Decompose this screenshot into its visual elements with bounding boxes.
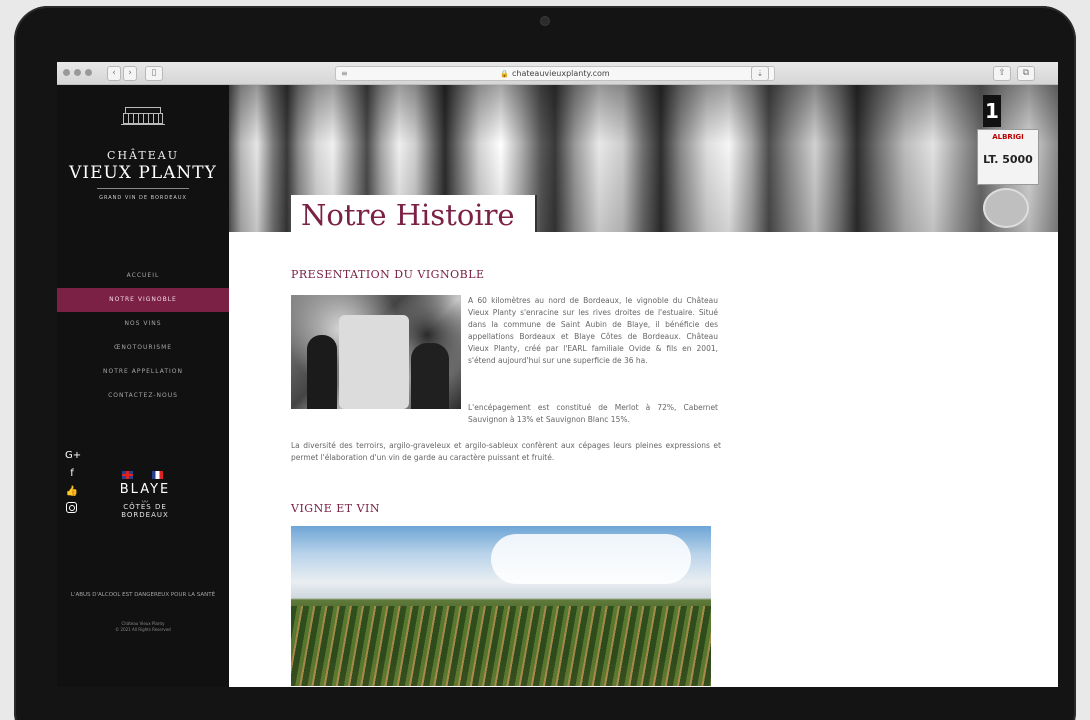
zoom-window-button[interactable] <box>85 69 92 76</box>
url-text: chateauvieuxplanty.com <box>512 69 610 78</box>
instagram-icon[interactable] <box>65 502 79 517</box>
download-icon: ⇣ <box>756 69 764 78</box>
share-icon: ⇧ <box>998 68 1006 78</box>
nav-item-nos-vins[interactable]: NOS VINS <box>57 312 229 336</box>
section-title-presentation: PRESENTATION DU VIGNOBLE <box>291 268 485 281</box>
tank-capacity: LT. 5000 <box>983 153 1033 166</box>
grape-varieties-paragraph: L'encépagement est constitué de Merlot à… <box>468 403 718 424</box>
copyright: Château Vieux Planty © 2021 All Rights R… <box>67 621 219 633</box>
french-flag-icon[interactable] <box>152 471 163 479</box>
sidebar-icon: ▯ <box>151 68 157 78</box>
nav-item-contactez-nous[interactable]: CONTACTEZ-NOUS <box>57 384 229 408</box>
main-content: PRESENTATION DU VIGNOBLE A 60 kilomètres… <box>291 268 723 686</box>
blaye-logo-title: BLAYE <box>119 482 171 497</box>
main-nav: ACCUEIL NOTRE VIGNOBLE NOS VINS ŒNOTOURI… <box>57 264 229 408</box>
tank-seal-icon <box>983 188 1029 228</box>
vineyard-photo <box>291 526 711 686</box>
browser-window: ‹ › ▯ ≡ 🔒chateauvieuxplanty.com ↻ ⇣ ⇧ ⧉ … <box>57 62 1058 687</box>
nav-item-oenotourisme[interactable]: ŒNOTOURISME <box>57 336 229 360</box>
chevron-right-icon: › <box>128 68 132 78</box>
social-links: G+ f 👍 <box>65 448 81 520</box>
window-controls <box>63 69 92 76</box>
tabs-button[interactable]: ⧉ <box>1017 66 1035 81</box>
tank-number: 1 <box>983 95 1001 127</box>
nav-item-notre-vignoble[interactable]: NOTRE VIGNOBLE <box>57 288 229 312</box>
google-plus-icon[interactable]: G+ <box>65 448 81 463</box>
presentation-paragraph: A 60 kilomètres au nord de Bordeaux, le … <box>468 296 718 365</box>
camera-icon <box>540 16 550 26</box>
page-title: Notre Histoire <box>291 195 537 232</box>
facebook-icon[interactable]: f <box>65 466 79 481</box>
tank-brand: ALBRIGI <box>992 133 1024 141</box>
copyright-line2: © 2021 All Rights Reserved <box>115 627 171 632</box>
chevron-left-icon: ‹ <box>112 68 116 78</box>
blaye-logo-line2: BORDEAUX <box>121 511 169 519</box>
terroir-paragraph: La diversité des terroirs, argilo-gravel… <box>291 441 721 462</box>
back-button[interactable]: ‹ <box>107 66 121 81</box>
close-window-button[interactable] <box>63 69 70 76</box>
forward-button[interactable]: › <box>123 66 137 81</box>
lock-icon: 🔒 <box>500 70 509 78</box>
alcohol-warning: L'ABUS D'ALCOOL EST DANGEREUX POUR LA SA… <box>70 592 216 598</box>
logo-name-text: VIEUX PLANTY <box>69 163 217 183</box>
minimize-window-button[interactable] <box>74 69 81 76</box>
site-sidebar: CHÂTEAU VIEUX PLANTY GRAND VIN DE BORDEA… <box>57 85 229 687</box>
like-icon[interactable]: 👍 <box>65 484 79 499</box>
logo-tagline: GRAND VIN DE BORDEAUX <box>99 195 187 201</box>
blaye-logo-line1: CÔTES DE <box>123 503 167 511</box>
downloads-button[interactable]: ⇣ <box>751 66 769 81</box>
blaye-appellation-logo: BLAYE 〰 CÔTES DE BORDEAUX <box>115 482 175 519</box>
english-flag-icon[interactable] <box>122 471 133 479</box>
logo-chateau-text: CHÂTEAU <box>107 149 179 162</box>
share-button[interactable]: ⇧ <box>993 66 1011 81</box>
browser-toolbar: ‹ › ▯ ≡ 🔒chateauvieuxplanty.com ↻ ⇣ ⇧ ⧉ <box>57 62 1058 85</box>
sidebar-toggle-button[interactable]: ▯ <box>145 66 163 81</box>
nav-item-accueil[interactable]: ACCUEIL <box>57 264 229 288</box>
reader-icon[interactable]: ≡ <box>341 67 348 80</box>
vineyard-owners-photo <box>291 295 461 409</box>
hero-banner: 1 ALBRIGI LT. 5000 Notre Histoire <box>229 85 1058 232</box>
logo-divider <box>97 188 189 189</box>
section-title-vigne-et-vin: VIGNE ET VIN <box>291 502 381 515</box>
tabs-icon: ⧉ <box>1022 68 1030 78</box>
chateau-logo-icon[interactable] <box>121 107 165 125</box>
address-bar[interactable]: ≡ 🔒chateauvieuxplanty.com ↻ <box>335 66 775 81</box>
nav-item-notre-appellation[interactable]: NOTRE APPELLATION <box>57 360 229 384</box>
tank-label: ALBRIGI LT. 5000 <box>977 129 1039 185</box>
